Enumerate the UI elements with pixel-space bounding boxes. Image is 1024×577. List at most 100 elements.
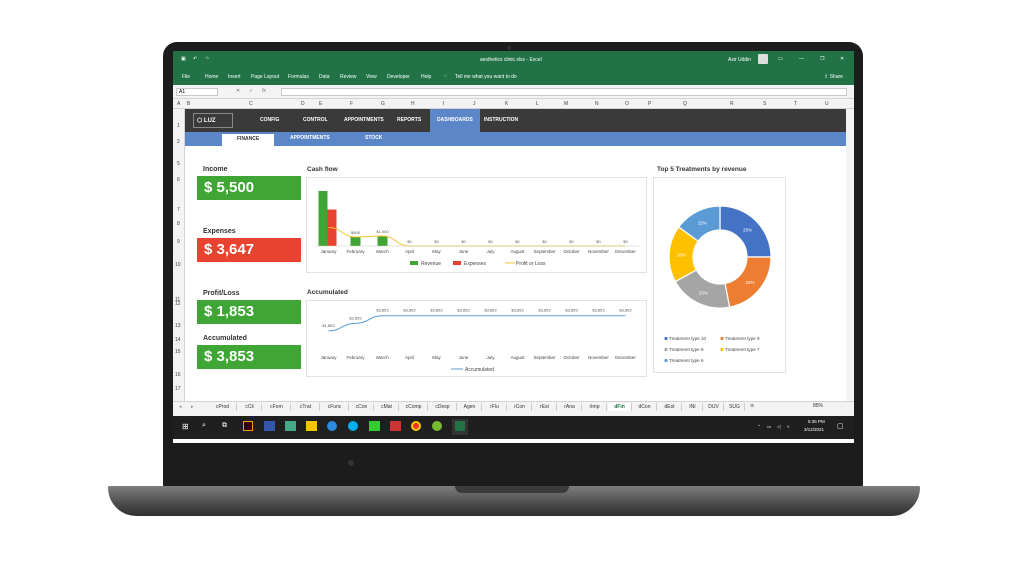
sheet-tab[interactable]: dEst [658, 403, 682, 411]
sheet-tab[interactable]: dFin [608, 403, 632, 411]
column-header[interactable]: F [350, 101, 353, 107]
row-header[interactable]: 1 [177, 123, 180, 129]
column-header[interactable]: C [249, 101, 253, 107]
illustrator-icon[interactable] [243, 421, 253, 431]
row-header[interactable]: 14 [175, 337, 181, 343]
column-header[interactable]: R [730, 101, 734, 107]
avatar[interactable] [758, 54, 768, 64]
sheet-tab[interactable]: cTrat [292, 403, 320, 411]
column-header[interactable]: O [625, 101, 629, 107]
menu-review[interactable]: Review [340, 74, 356, 80]
acrobat-icon[interactable] [390, 421, 401, 431]
confirm-entry-icon[interactable]: ✓ [249, 88, 253, 94]
menu-help[interactable]: Help [421, 74, 431, 80]
chrome-icon[interactable] [411, 421, 421, 431]
sheet-tab[interactable]: DUV [704, 403, 724, 411]
network-icon[interactable]: ▭ [767, 424, 771, 430]
column-header[interactable]: D [301, 101, 305, 107]
wifi-icon[interactable]: ≈ [787, 424, 789, 429]
row-header[interactable]: 10 [175, 262, 181, 268]
menu-developer[interactable]: Developer [387, 74, 410, 80]
notifications-icon[interactable]: ▢ [837, 422, 844, 430]
clock-time[interactable]: 5:36 PM [808, 419, 825, 424]
tray-chevron-icon[interactable]: ⌃ [757, 424, 761, 430]
nav-instruction[interactable]: INSTRUCTION [484, 117, 518, 123]
mail-icon[interactable] [285, 421, 296, 431]
sheet-tab[interactable]: cCli [238, 403, 262, 411]
column-header[interactable]: U [825, 101, 829, 107]
sheet-tab[interactable]: rFlu [483, 403, 507, 411]
restore-icon[interactable]: ❐ [820, 56, 824, 62]
column-header[interactable]: E [319, 101, 322, 107]
undo-icon[interactable]: ↶ [193, 56, 197, 62]
name-box[interactable]: A1 [176, 88, 218, 96]
redo-icon[interactable]: ↷ [205, 56, 209, 62]
column-header[interactable]: B [187, 101, 190, 107]
menu-file[interactable]: File [182, 74, 190, 80]
menu-insert[interactable]: Insert [228, 74, 241, 80]
save-icon[interactable]: ▣ [181, 56, 186, 62]
column-header[interactable]: G [381, 101, 385, 107]
sheet-tab[interactable]: cDesp [429, 403, 457, 411]
nav-control[interactable]: CONTROL [303, 117, 328, 123]
subnav-appointments[interactable]: APPOINTMENTS [290, 135, 330, 141]
tabs-next-icon[interactable]: ▸ [191, 404, 194, 410]
subnav-finance[interactable]: FINANCE [222, 134, 275, 146]
nav-appointments[interactable]: APPOINTMENTS [344, 117, 384, 123]
volume-icon[interactable]: ◁ [777, 424, 780, 430]
menu-page-layout[interactable]: Page Layout [251, 74, 279, 80]
excel-taskbar-item[interactable] [452, 419, 468, 435]
column-header[interactable]: P [648, 101, 651, 107]
column-header[interactable]: M [564, 101, 568, 107]
sheet-tab[interactable]: cCon [350, 403, 374, 411]
sheet-tab[interactable]: rEst [533, 403, 557, 411]
row-header[interactable]: 12 [175, 301, 181, 307]
column-header[interactable]: A [177, 101, 180, 107]
row-header[interactable]: 13 [175, 323, 181, 329]
menu-formulas[interactable]: Formulas [288, 74, 309, 80]
close-icon[interactable]: ✕ [840, 56, 844, 62]
menu-view[interactable]: View [366, 74, 377, 80]
nav-config[interactable]: CONFIG [260, 117, 279, 123]
nav-dashboards[interactable]: DASHBOARDS [430, 109, 480, 132]
skype-icon[interactable] [348, 421, 358, 431]
menu-home[interactable]: Home [205, 74, 218, 80]
add-sheet-icon[interactable]: ⊕ [750, 403, 754, 409]
vertical-scrollbar[interactable] [846, 109, 854, 401]
formula-input[interactable] [281, 88, 847, 96]
sheet-tab[interactable]: cComp [400, 403, 428, 411]
sheet-tab[interactable]: cFunc [321, 403, 349, 411]
insert-function-icon[interactable]: fx [262, 88, 266, 94]
search-icon[interactable]: ⌕ [202, 422, 206, 430]
sheet-tab[interactable]: dCon [633, 403, 657, 411]
column-header[interactable]: T [794, 101, 797, 107]
file-explorer-icon[interactable] [306, 421, 317, 431]
nav-reports[interactable]: REPORTS [397, 117, 421, 123]
zoom-level[interactable]: 85% [813, 403, 823, 409]
row-header[interactable]: 5 [177, 161, 180, 167]
row-header[interactable]: 7 [177, 207, 180, 213]
column-header[interactable]: N [595, 101, 599, 107]
menu-data[interactable]: Data [319, 74, 330, 80]
column-header[interactable]: I [443, 101, 444, 107]
sheet-tab[interactable]: Agen [458, 403, 482, 411]
row-header[interactable]: 6 [177, 177, 180, 183]
sheet-tab[interactable]: rAna [558, 403, 582, 411]
row-header[interactable]: 15 [175, 349, 181, 355]
sheet-tab[interactable]: rImp [583, 403, 607, 411]
tell-me-search[interactable]: Tell me what you want to do [455, 74, 517, 80]
subnav-stock[interactable]: STOCK [365, 135, 382, 141]
sheet-tab[interactable]: rCon [508, 403, 532, 411]
column-header[interactable]: K [505, 101, 508, 107]
column-header[interactable]: L [536, 101, 539, 107]
column-header[interactable]: J [473, 101, 476, 107]
minimize-icon[interactable]: — [799, 56, 804, 62]
ribbon-options-icon[interactable]: ▭ [778, 56, 783, 62]
sheet-tab[interactable]: cForn [263, 403, 291, 411]
upwork-icon[interactable] [432, 421, 442, 431]
row-header[interactable]: 9 [177, 239, 180, 245]
tabs-prev-icon[interactable]: ◂ [179, 404, 182, 410]
task-view-icon[interactable]: ⧉ [222, 422, 227, 430]
wechat-icon[interactable] [369, 421, 380, 431]
row-header[interactable]: 2 [177, 139, 180, 145]
